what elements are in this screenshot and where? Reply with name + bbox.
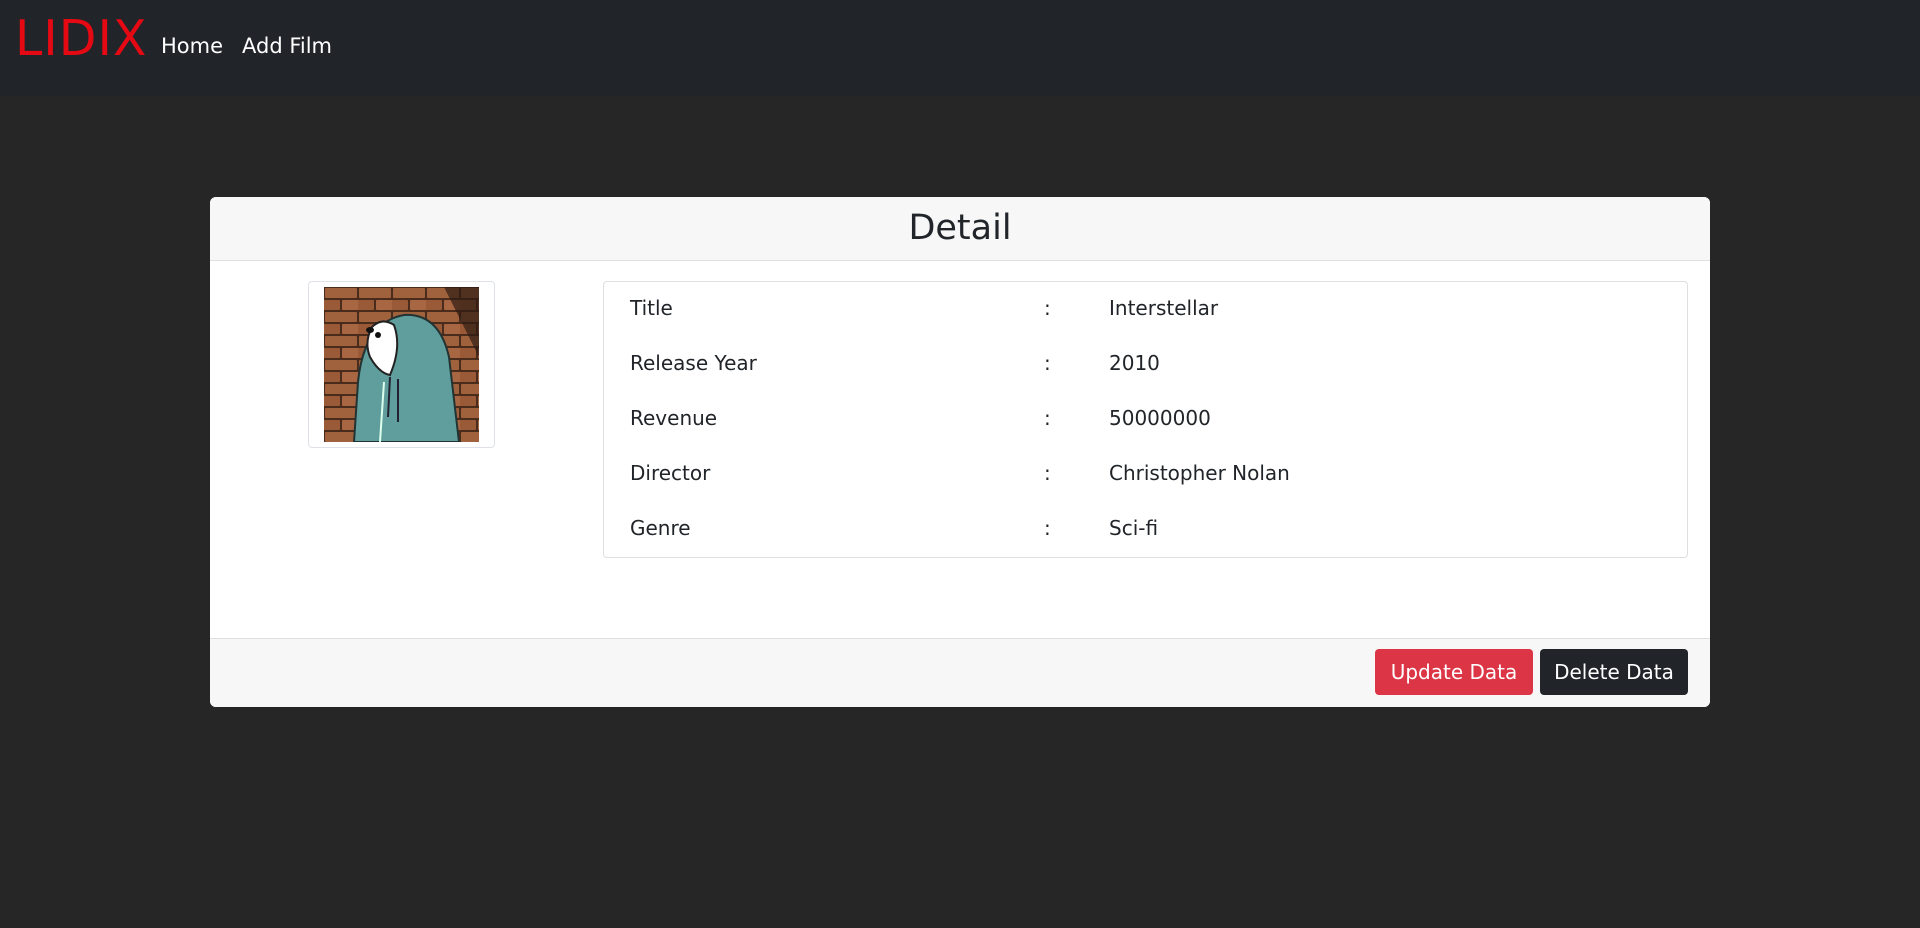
field-value: Sci-fi <box>1109 516 1159 540</box>
field-value: 2010 <box>1109 351 1160 375</box>
field-label: Revenue <box>630 406 718 430</box>
detail-card: Detail Title: Interstellar Release Year… <box>210 197 1710 707</box>
info-row-title: Title : Interstellar <box>604 282 1687 337</box>
nav-link-add-film[interactable]: Add Film <box>242 34 332 58</box>
film-info-table: Title : Interstellar Release Year : 2010… <box>603 281 1688 558</box>
field-label: Genre <box>630 516 691 540</box>
card-footer: Update Data Delete Data <box>210 638 1710 707</box>
update-data-button[interactable]: Update Data <box>1375 649 1533 695</box>
field-separator: : <box>1044 461 1051 485</box>
field-separator: : <box>1044 516 1051 540</box>
delete-data-button[interactable]: Delete Data <box>1540 649 1688 695</box>
field-label: Director <box>630 461 711 485</box>
navbar: LIDIX Home Add Film <box>0 0 1920 96</box>
field-value: 50000000 <box>1109 406 1211 430</box>
field-separator: : <box>1044 296 1051 320</box>
info-row-release-year: Release Year : 2010 <box>604 337 1687 392</box>
field-separator: : <box>1044 406 1051 430</box>
page-title: Detail <box>908 208 1012 248</box>
info-row-director: Director : Christopher Nolan <box>604 447 1687 502</box>
field-value: Christopher Nolan <box>1109 461 1290 485</box>
info-row-revenue: Revenue : 50000000 <box>604 392 1687 447</box>
nav-link-home[interactable]: Home <box>161 34 223 58</box>
poster-thumbnail <box>308 281 495 448</box>
field-value: Interstellar <box>1109 296 1219 320</box>
hooded-bear-poster-image <box>324 287 479 442</box>
field-label: Title <box>630 296 673 320</box>
info-row-genre: Genre : Sci-fi <box>604 502 1687 557</box>
field-label: Release Year <box>630 351 757 375</box>
field-separator: : <box>1044 351 1051 375</box>
brand-logo[interactable]: LIDIX <box>15 14 148 63</box>
card-header: Detail <box>210 197 1710 261</box>
